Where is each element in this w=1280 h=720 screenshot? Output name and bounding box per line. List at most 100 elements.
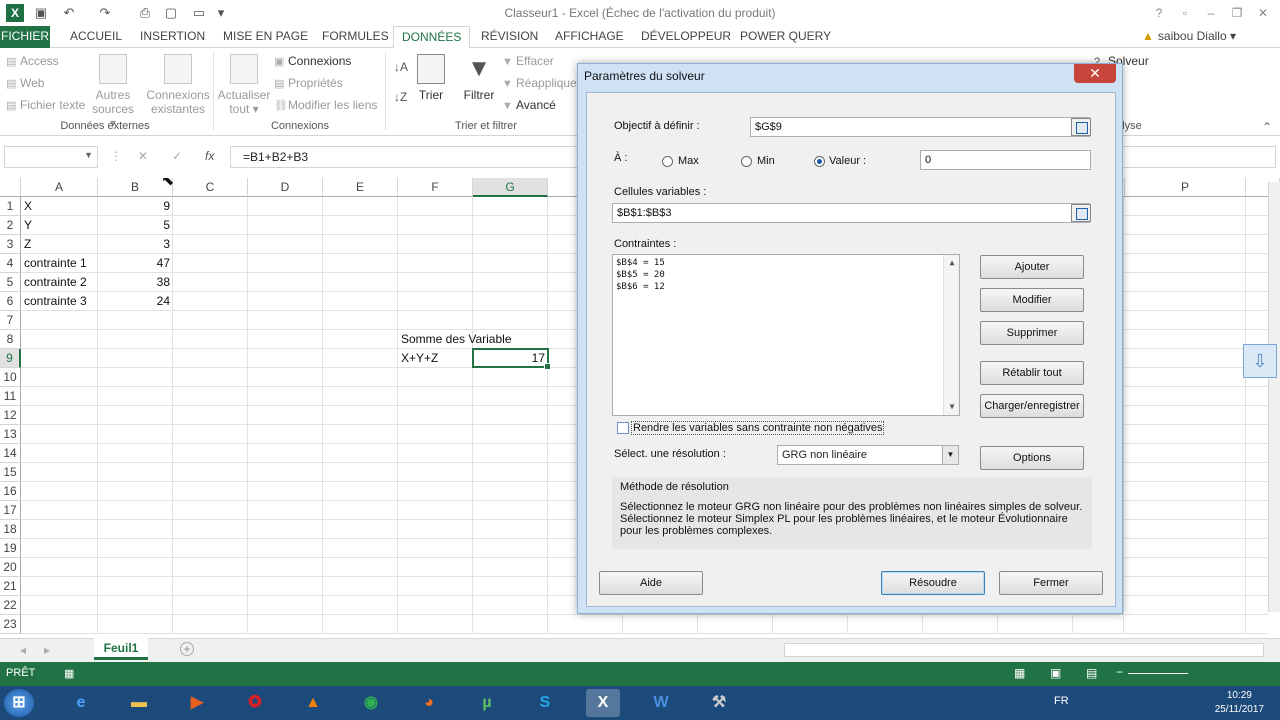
cell-a6[interactable]: contrainte 3 [21, 292, 98, 311]
solve-button[interactable]: Résoudre [881, 571, 985, 595]
close-window-icon[interactable]: ✕ [1252, 4, 1274, 22]
insert-function-icon[interactable]: fx [205, 149, 214, 163]
connections-button[interactable]: ▣ Connexions [274, 54, 351, 68]
objective-ref-button[interactable] [1071, 118, 1091, 136]
enter-icon[interactable]: ✓ [172, 149, 182, 163]
other-sources-button[interactable]: Autres sources ▾ [90, 54, 136, 130]
help-button[interactable]: Aide [599, 571, 703, 595]
options-button[interactable]: Options [980, 446, 1084, 470]
page-layout-view-icon[interactable]: ▣ [1050, 666, 1061, 680]
delete-constraint-button[interactable]: Supprimer [980, 321, 1084, 345]
max-radio[interactable] [662, 156, 673, 167]
row-header[interactable]: 14 [0, 444, 21, 463]
skype-icon[interactable]: S [528, 689, 562, 717]
restore-icon[interactable]: ❐ [1226, 4, 1248, 22]
firefox-icon[interactable]: ◕ [412, 689, 446, 717]
method-select[interactable]: GRG non linéaire ▼ [777, 445, 959, 465]
row-header[interactable]: 8 [0, 330, 21, 349]
cell-b5[interactable]: 38 [98, 273, 173, 292]
existing-connections-button[interactable]: Connexions existantes [146, 54, 210, 116]
dialog-close-button[interactable]: ✕ [1074, 64, 1116, 83]
nonnegative-checkbox[interactable] [617, 422, 629, 434]
cell-a4[interactable]: contrainte 1 [21, 254, 98, 273]
row-header[interactable]: 19 [0, 539, 21, 558]
row-header[interactable]: 12 [0, 406, 21, 425]
tab-developer[interactable]: DÉVELOPPEUR [633, 26, 739, 48]
taskbar-clock[interactable]: 10:29 25/11/2017 [1215, 689, 1264, 717]
row-header[interactable]: 11 [0, 387, 21, 406]
sort-az-button[interactable]: ↓A [394, 60, 408, 74]
row-header[interactable]: 13 [0, 425, 21, 444]
cell-a5[interactable]: contrainte 2 [21, 273, 98, 292]
tab-power-query[interactable]: POWER QUERY [732, 26, 839, 48]
cell-a1[interactable]: X [21, 197, 98, 216]
properties-button[interactable]: ▤ Propriétés [274, 76, 343, 90]
scroll-up-icon[interactable]: ▲ [944, 257, 960, 269]
nonnegative-label[interactable]: Rendre les variables sans contrainte non… [631, 421, 885, 435]
cell-b4[interactable]: 47 [98, 254, 173, 273]
add-sheet-icon[interactable]: + [180, 642, 194, 656]
chrome-icon[interactable]: ◉ [354, 689, 388, 717]
variable-cells-ref-button[interactable] [1071, 204, 1091, 222]
constraint-item[interactable]: $B$6 = 12 [616, 281, 956, 293]
access-button[interactable]: ▤ Access [6, 54, 59, 68]
zoom-slider[interactable] [1128, 673, 1188, 674]
ribbon-display-icon[interactable]: ▫ [1174, 4, 1196, 22]
add-constraint-button[interactable]: Ajouter [980, 255, 1084, 279]
constraint-item[interactable]: $B$4 = 15 [616, 257, 956, 269]
min-radio[interactable] [741, 156, 752, 167]
row-header[interactable]: 7 [0, 311, 21, 330]
edit-links-button[interactable]: ⛓Modifier les liens [274, 98, 377, 112]
row-header[interactable]: 4 [0, 254, 21, 273]
horizontal-scrollbar[interactable] [784, 643, 1264, 657]
cell-b2[interactable]: 5 [98, 216, 173, 235]
macro-record-icon[interactable]: ▦ [64, 667, 74, 680]
column-header-c[interactable]: C [173, 178, 248, 197]
row-header[interactable]: 22 [0, 596, 21, 615]
tab-insert[interactable]: INSERTION [132, 26, 213, 48]
row-header[interactable]: 16 [0, 482, 21, 501]
load-save-button[interactable]: Charger/enregistrer [980, 394, 1084, 418]
cell-a2[interactable]: Y [21, 216, 98, 235]
close-dialog-button[interactable]: Fermer [999, 571, 1103, 595]
normal-view-icon[interactable]: ▦ [1014, 666, 1025, 680]
column-header-a[interactable]: A [21, 178, 98, 197]
objective-input[interactable]: $G$9 [750, 117, 1090, 137]
modify-constraint-button[interactable]: Modifier [980, 288, 1084, 312]
cell-f8[interactable]: Somme des Variable [398, 330, 548, 349]
word-taskbar-icon[interactable]: W [644, 689, 678, 717]
column-header-f[interactable]: F [398, 178, 473, 197]
excel-taskbar-icon[interactable]: X [586, 689, 620, 717]
row-header[interactable]: 18 [0, 520, 21, 539]
value-input[interactable]: 0 [920, 150, 1091, 170]
sort-button[interactable]: Trier [414, 54, 448, 102]
cell-b6[interactable]: 24 [98, 292, 173, 311]
media-player-icon[interactable]: ▶ [180, 689, 214, 717]
tab-page-layout[interactable]: MISE EN PAGE [215, 26, 316, 48]
sort-za-button[interactable]: ↓Z [394, 90, 407, 104]
column-header-g[interactable]: G [473, 178, 548, 197]
row-header[interactable]: 2 [0, 216, 21, 235]
download-arrow-icon[interactable]: ⇩ [1243, 344, 1277, 378]
row-header[interactable]: 1 [0, 197, 21, 216]
utorrent-icon[interactable]: µ [470, 689, 504, 717]
cell-f9[interactable]: X+Y+Z [398, 349, 473, 368]
filter-button[interactable]: ▼ Filtrer [460, 54, 498, 102]
select-all-corner[interactable] [0, 178, 21, 197]
tool-icon[interactable]: ⚒ [702, 689, 736, 717]
cancel-icon[interactable]: ✕ [138, 149, 148, 163]
refresh-all-button[interactable]: Actualiser tout ▾ [216, 54, 272, 116]
cell-a3[interactable]: Z [21, 235, 98, 254]
internet-explorer-icon[interactable]: e [64, 689, 98, 717]
text-file-button[interactable]: ▤ Fichier texte [6, 98, 85, 112]
row-header[interactable]: 17 [0, 501, 21, 520]
scroll-down-icon[interactable]: ▼ [944, 401, 960, 413]
row-header[interactable]: 6 [0, 292, 21, 311]
collapse-ribbon-icon[interactable]: ⌃ [1262, 120, 1272, 134]
prev-sheet-icon[interactable]: ◂ [20, 643, 26, 657]
clear-button[interactable]: ▼ Effacer [502, 54, 554, 68]
row-header[interactable]: 23 [0, 615, 21, 634]
constraints-scrollbar[interactable]: ▲ ▼ [943, 255, 959, 415]
row-header[interactable]: 9 [0, 349, 21, 368]
tab-data[interactable]: DONNÉES [393, 26, 471, 49]
